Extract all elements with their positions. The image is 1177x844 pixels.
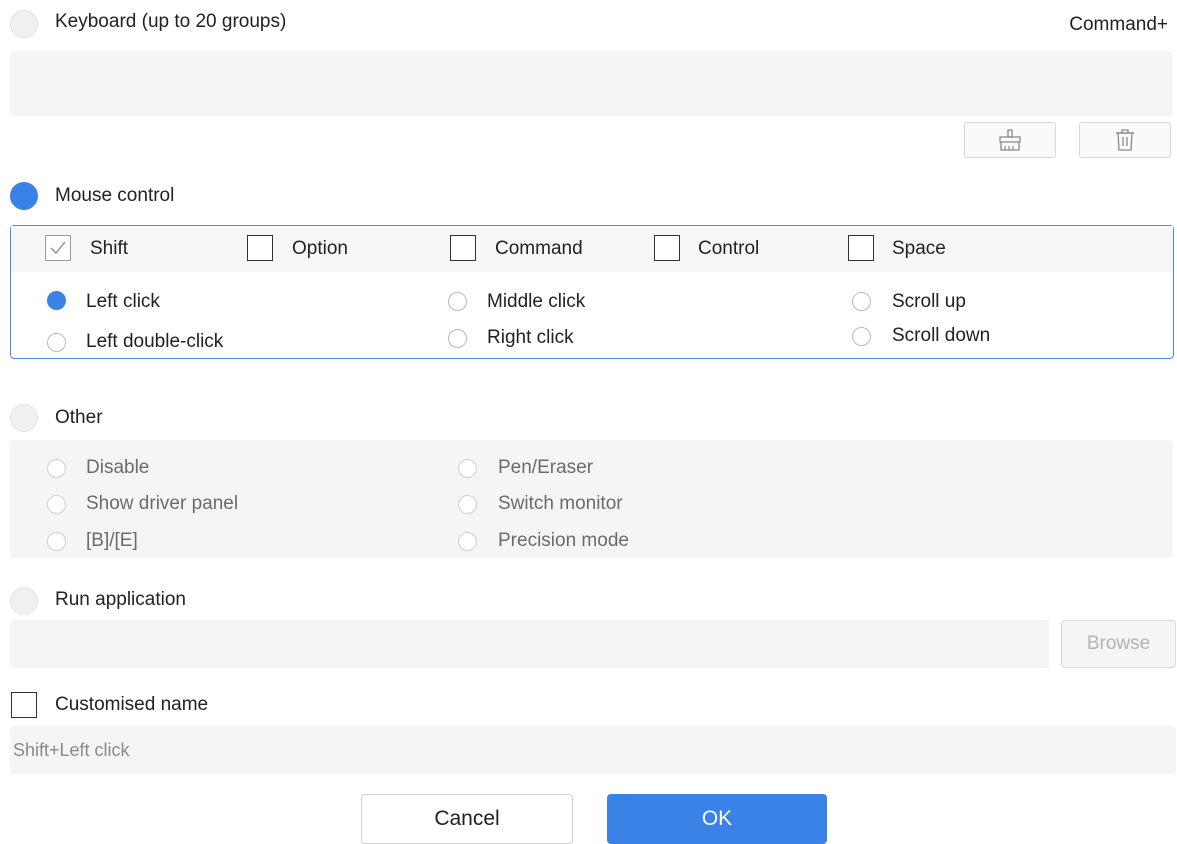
customised-name-field[interactable]: Shift+Left click xyxy=(10,726,1176,774)
command-checkbox[interactable] xyxy=(450,235,476,261)
option-label: Option xyxy=(292,238,348,259)
mouse-control-radio[interactable] xyxy=(10,182,38,210)
checkmark-icon xyxy=(50,241,66,254)
left-click-label: Left click xyxy=(86,291,160,312)
right-click-radio[interactable] xyxy=(448,329,467,348)
left-double-click-label: Left double-click xyxy=(86,331,224,352)
clear-shortcut-button[interactable] xyxy=(964,122,1056,158)
switch-monitor-radio[interactable] xyxy=(458,495,477,514)
disable-label: Disable xyxy=(86,457,150,478)
scroll-down-radio[interactable] xyxy=(852,327,871,346)
switch-monitor-label: Switch monitor xyxy=(498,493,623,514)
application-path-field[interactable] xyxy=(10,620,1049,668)
left-click-radio[interactable] xyxy=(47,291,66,310)
shift-label: Shift xyxy=(90,238,129,259)
other-radio[interactable] xyxy=(10,404,38,432)
customised-name-label: Customised name xyxy=(55,694,209,715)
control-checkbox[interactable] xyxy=(654,235,680,261)
scroll-up-label: Scroll up xyxy=(892,291,966,312)
precision-mode-radio[interactable] xyxy=(458,532,477,551)
pen-eraser-radio[interactable] xyxy=(458,459,477,478)
keyboard-shortcut-field[interactable] xyxy=(10,51,1173,116)
mouse-control-label: Mouse control xyxy=(55,185,175,206)
command-label: Command xyxy=(495,238,583,259)
b-e-label: [B]/[E] xyxy=(86,530,138,551)
scroll-down-label: Scroll down xyxy=(892,325,991,346)
shift-checkbox[interactable] xyxy=(45,235,71,261)
ok-button[interactable]: OK xyxy=(607,794,827,844)
option-checkbox[interactable] xyxy=(247,235,273,261)
browse-button[interactable]: Browse xyxy=(1061,620,1176,668)
delete-shortcut-button[interactable] xyxy=(1079,122,1171,158)
run-application-label: Run application xyxy=(55,589,186,610)
control-label: Control xyxy=(698,238,760,259)
modifier-row xyxy=(11,226,1173,272)
broom-icon xyxy=(999,129,1021,151)
precision-mode-label: Precision mode xyxy=(498,530,629,551)
pen-eraser-label: Pen/Eraser xyxy=(498,457,594,478)
scroll-up-radio[interactable] xyxy=(852,292,871,311)
show-driver-panel-radio[interactable] xyxy=(47,495,66,514)
middle-click-radio[interactable] xyxy=(448,292,467,311)
keyboard-radio[interactable] xyxy=(10,10,38,38)
middle-click-label: Middle click xyxy=(487,291,586,312)
cancel-button[interactable]: Cancel xyxy=(361,794,573,844)
other-label: Other xyxy=(55,407,103,428)
space-checkbox[interactable] xyxy=(848,235,874,261)
right-click-label: Right click xyxy=(487,327,574,348)
trash-icon xyxy=(1116,129,1134,151)
b-e-radio[interactable] xyxy=(47,532,66,551)
space-label: Space xyxy=(892,238,946,259)
keyboard-shortcut-display: Command+ xyxy=(1069,14,1168,35)
run-application-radio[interactable] xyxy=(10,587,38,615)
disable-radio[interactable] xyxy=(47,459,66,478)
customised-name-checkbox[interactable] xyxy=(11,692,37,718)
show-driver-panel-label: Show driver panel xyxy=(86,493,239,514)
left-double-click-radio[interactable] xyxy=(47,333,66,352)
customised-name-value: Shift+Left click xyxy=(13,740,130,760)
keyboard-label: Keyboard (up to 20 groups) xyxy=(55,11,287,32)
